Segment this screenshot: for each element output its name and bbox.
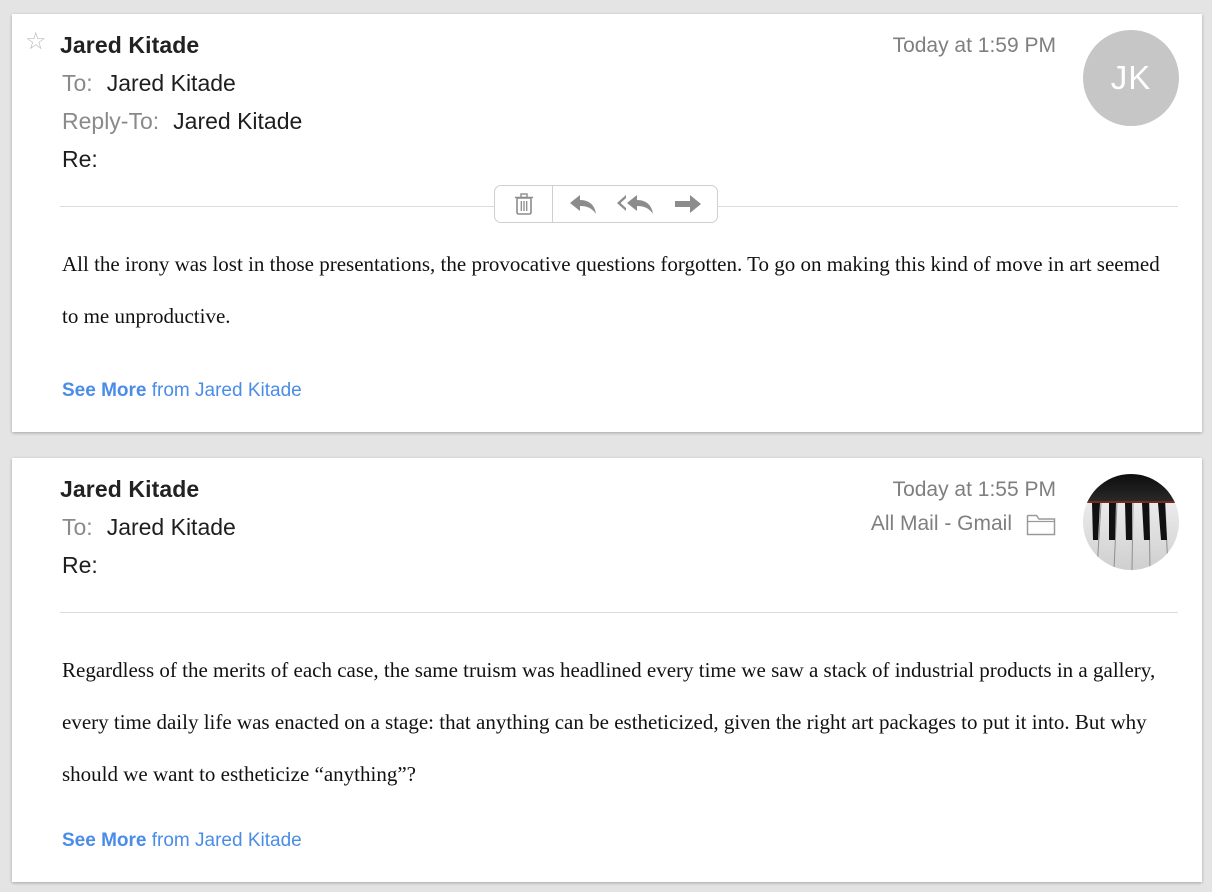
star-icon[interactable]: ☆ — [25, 30, 47, 54]
piano-keys-avatar — [1083, 474, 1179, 570]
subject-label: Re: — [62, 552, 98, 578]
see-more-link[interactable]: See More from Jared Kitade — [62, 380, 302, 402]
avatar — [1083, 474, 1179, 570]
to-recipient[interactable]: Jared Kitade — [107, 70, 236, 96]
header-divider — [60, 612, 1178, 613]
see-more-label: See More — [62, 380, 147, 401]
mailbox-label: All Mail - Gmail — [870, 512, 1012, 535]
see-more-link[interactable]: See More from Jared Kitade — [62, 830, 302, 852]
to-recipient[interactable]: Jared Kitade — [107, 514, 236, 540]
to-label: To: — [62, 514, 93, 540]
message-card: ☆ Jared Kitade Today at 1:59 PM To: Jared… — [12, 14, 1202, 432]
avatar: JK — [1083, 30, 1179, 126]
subject-label: Re: — [62, 146, 98, 172]
message-body: All the irony was lost in those presenta… — [62, 252, 1160, 328]
see-more-from: from Jared Kitade — [146, 830, 302, 851]
message-actions-toolbar — [494, 185, 718, 223]
subject-line: Re: — [62, 146, 98, 173]
trash-icon — [514, 193, 533, 215]
folder-icon — [1026, 514, 1056, 536]
message-date: Today at 1:55 PM — [892, 478, 1056, 501]
delete-button[interactable] — [495, 186, 553, 222]
subject-line: Re: — [62, 552, 98, 579]
forward-button[interactable] — [673, 189, 703, 219]
reply-all-icon — [617, 195, 653, 214]
message-body: Regardless of the merits of each case, t… — [62, 658, 1156, 786]
reply-to-line: Reply-To: Jared Kitade — [62, 108, 302, 135]
mailbox-info[interactable]: All Mail - Gmail — [871, 512, 1056, 536]
see-more-from: from Jared Kitade — [146, 380, 302, 401]
to-line: To: Jared Kitade — [62, 514, 236, 541]
reply-icon — [570, 195, 596, 214]
to-label: To: — [62, 70, 93, 96]
to-line: To: Jared Kitade — [62, 70, 236, 97]
reply-to-address[interactable]: Jared Kitade — [173, 108, 302, 134]
forward-icon — [675, 195, 701, 213]
reply-to-label: Reply-To: — [62, 108, 160, 134]
sender-name: Jared Kitade — [60, 32, 200, 58]
reply-button[interactable] — [567, 189, 599, 219]
sender-name: Jared Kitade — [60, 476, 200, 502]
message-date: Today at 1:59 PM — [892, 34, 1056, 57]
message-card: Jared Kitade Today at 1:55 PM All Mail -… — [12, 458, 1202, 882]
reply-all-button[interactable] — [615, 189, 657, 219]
see-more-label: See More — [62, 830, 147, 851]
